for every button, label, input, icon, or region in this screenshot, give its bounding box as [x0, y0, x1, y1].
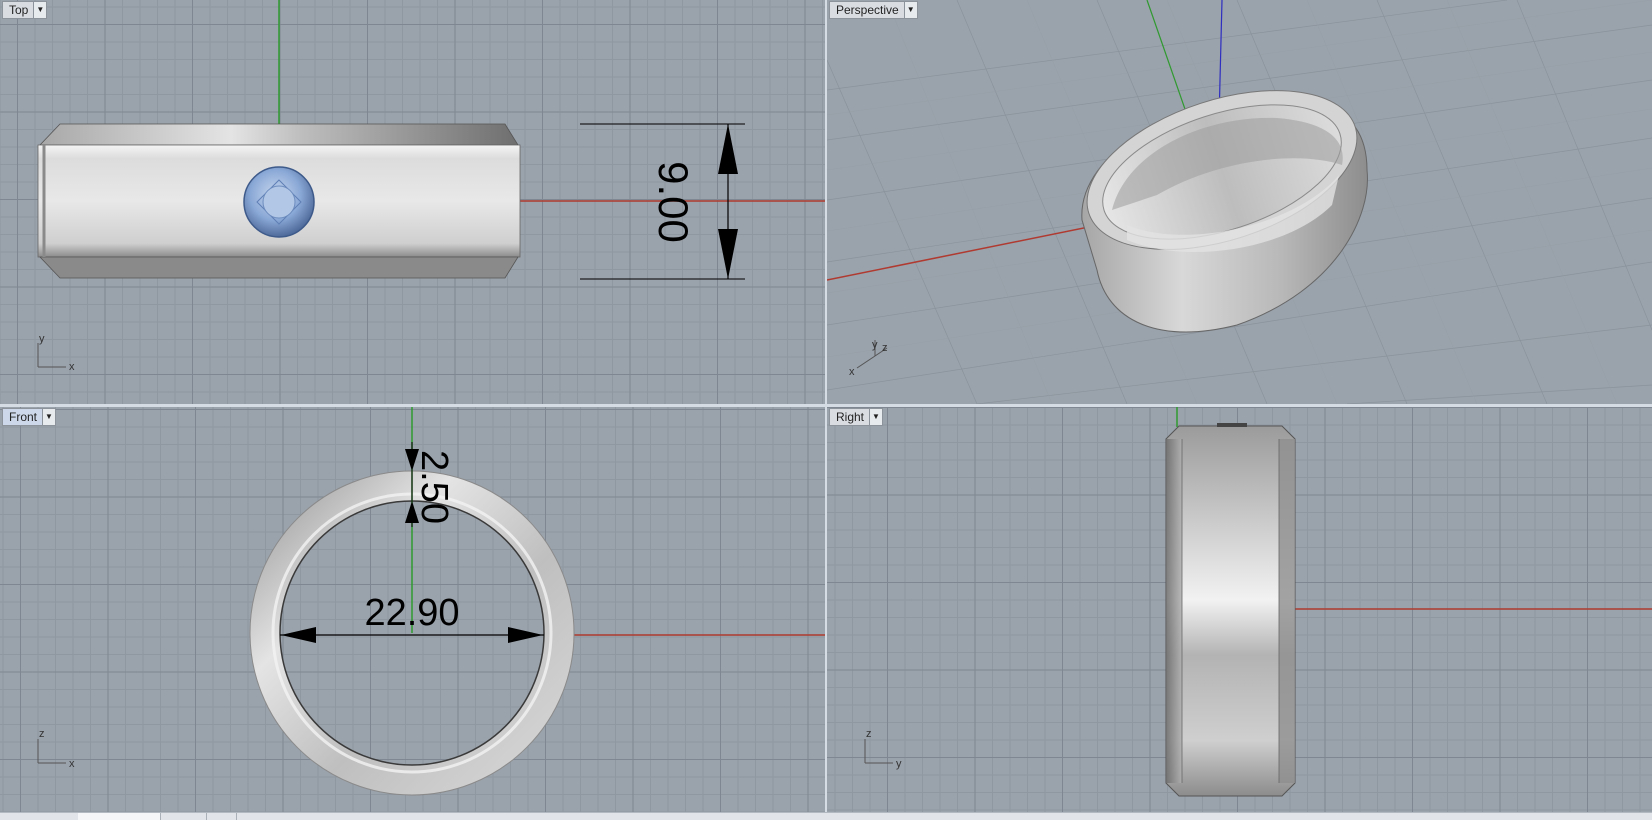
axis-indicator: y x [37, 333, 75, 373]
dimension-label: 22.90 [364, 592, 459, 634]
ring-perspective-shape[interactable] [1067, 60, 1377, 333]
chevron-down-icon[interactable]: ▼ [33, 2, 47, 18]
svg-text:z: z [39, 728, 45, 740]
viewport-tab-right[interactable]: Right ▼ [829, 408, 884, 426]
front-viewport[interactable]: Front ▼ 2.50 22.90 z x [0, 407, 825, 812]
svg-text:z: z [882, 342, 888, 354]
viewport-tab-perspective[interactable]: Perspective ▼ [829, 1, 918, 19]
right-viewport[interactable]: Right ▼ z y [827, 407, 1652, 812]
diameter-dimension[interactable]: 22.90 [280, 592, 544, 643]
svg-text:x: x [69, 361, 75, 373]
svg-text:z: z [866, 728, 872, 740]
chevron-down-icon[interactable]: ▼ [869, 409, 883, 425]
svg-text:x: x [849, 366, 855, 378]
dimension-label: 9.00 [650, 161, 697, 243]
axis-indicator: x y z [849, 339, 888, 378]
viewport-tab-front[interactable]: Front ▼ [2, 408, 57, 426]
viewport-title: Perspective [836, 3, 899, 17]
chevron-down-icon[interactable]: ▼ [42, 409, 56, 425]
chevron-down-icon[interactable]: ▼ [903, 2, 917, 18]
dimension-label: 2.50 [413, 450, 455, 524]
perspective-viewport[interactable]: Perspective ▼ x y z [827, 0, 1652, 404]
gemstone[interactable] [243, 166, 315, 238]
ring-right-shape[interactable] [1165, 423, 1296, 797]
axis-indicator: z y [864, 728, 902, 770]
viewport-title: Right [836, 410, 865, 424]
axis-indicator: z x [37, 728, 75, 770]
viewport-tab-top[interactable]: Top ▼ [2, 1, 48, 19]
front-view-canvas: 2.50 22.90 z x [37, 407, 825, 796]
top-view-canvas: 9.00 y x [37, 0, 825, 373]
perspective-view-canvas: x y z [827, 0, 1652, 404]
thickness-dimension[interactable]: 2.50 [405, 442, 455, 527]
svg-text:y: y [896, 758, 902, 770]
svg-text:y: y [39, 333, 45, 345]
svg-text:y: y [872, 339, 878, 351]
svg-text:x: x [69, 758, 75, 770]
right-view-canvas: z y [864, 407, 1652, 797]
viewport-title: Front [9, 410, 38, 424]
viewport-title: Top [9, 3, 29, 17]
top-viewport[interactable]: Top ▼ 9.00 y x [0, 0, 825, 404]
